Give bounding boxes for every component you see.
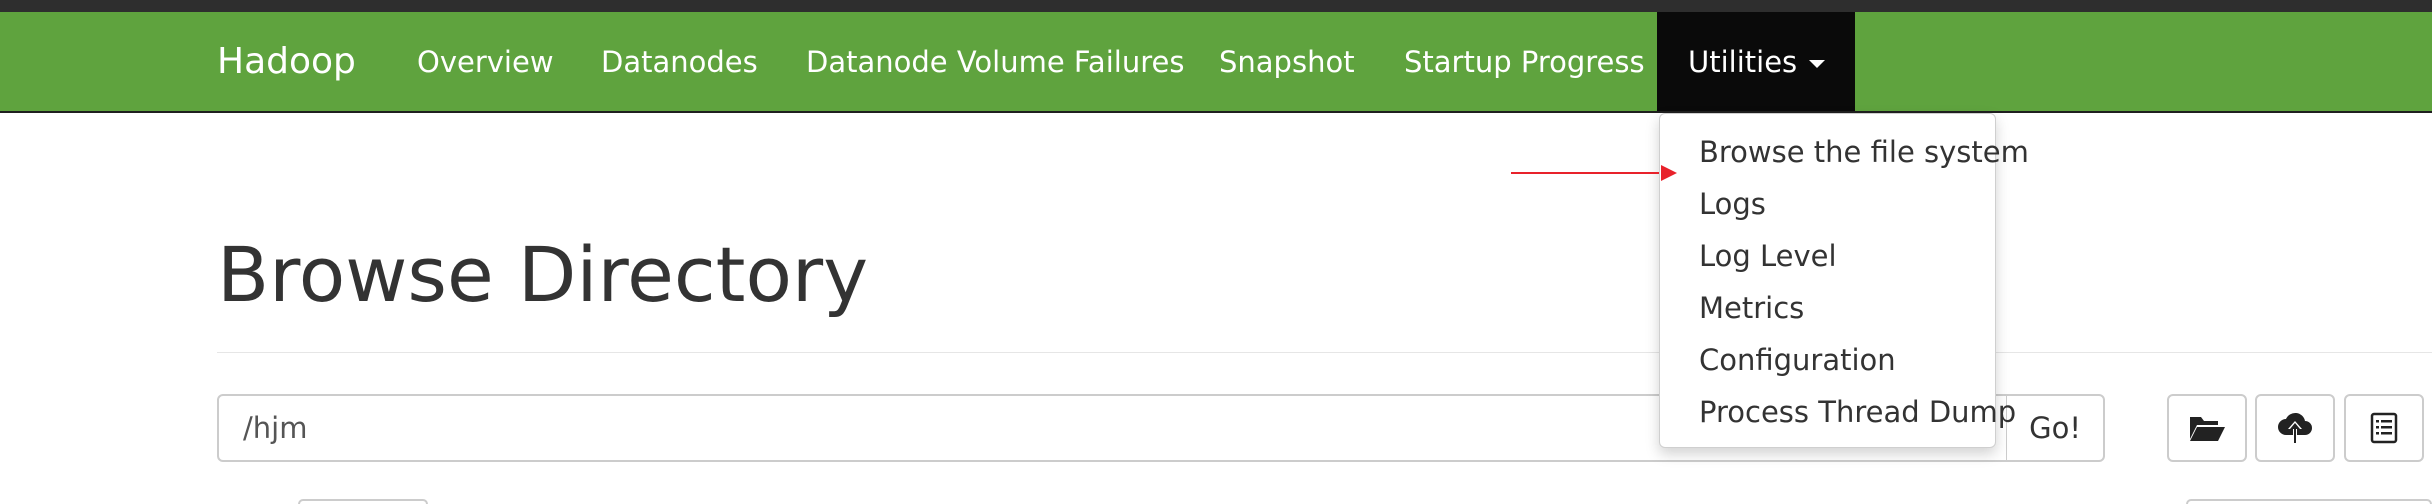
menu-item-metrics[interactable]: Metrics <box>1699 290 1804 326</box>
brand-link[interactable]: Hadoop <box>217 12 356 111</box>
nav-utilities-label: Utilities <box>1688 44 1798 79</box>
nav-startup-progress[interactable]: Startup Progress <box>1404 12 1645 111</box>
folder-open-icon <box>2190 417 2225 441</box>
list-icon <box>2370 412 2398 444</box>
go-button[interactable]: Go! <box>2006 394 2105 462</box>
menu-item-browse-file-system[interactable]: Browse the file system <box>1699 134 2029 170</box>
menu-item-logs[interactable]: Logs <box>1699 186 1766 222</box>
arrow-right-icon <box>1661 165 1677 181</box>
annotation-arrow-line <box>1511 172 1659 174</box>
nav-utilities-dropdown[interactable]: Utilities <box>1657 12 1856 111</box>
page-title: Browse Directory <box>217 230 869 319</box>
caret-down-icon <box>1809 59 1826 68</box>
cut-paste-button[interactable] <box>2344 394 2424 462</box>
upload-files-button[interactable] <box>2255 394 2335 462</box>
nav-datanodes[interactable]: Datanodes <box>601 12 758 111</box>
page-size-select[interactable] <box>298 499 428 504</box>
menu-item-process-thread-dump[interactable]: Process Thread Dump <box>1699 394 2016 430</box>
create-directory-button[interactable] <box>2167 394 2247 462</box>
menu-item-log-level[interactable]: Log Level <box>1699 238 1837 274</box>
nav-datanode-volume-failures[interactable]: Datanode Volume Failures <box>806 12 1184 111</box>
title-divider <box>217 352 2432 353</box>
cloud-upload-icon <box>2278 412 2312 443</box>
menu-item-configuration[interactable]: Configuration <box>1699 342 1896 378</box>
navbar: Hadoop Overview Datanodes Datanode Volum… <box>0 12 2432 113</box>
search-input[interactable] <box>2186 499 2432 504</box>
nav-snapshot[interactable]: Snapshot <box>1219 12 1355 111</box>
nav-overview[interactable]: Overview <box>417 12 554 111</box>
window-top-bar <box>0 0 2432 12</box>
utilities-dropdown-menu: Browse the file system Logs Log Level Me… <box>1659 113 2029 448</box>
